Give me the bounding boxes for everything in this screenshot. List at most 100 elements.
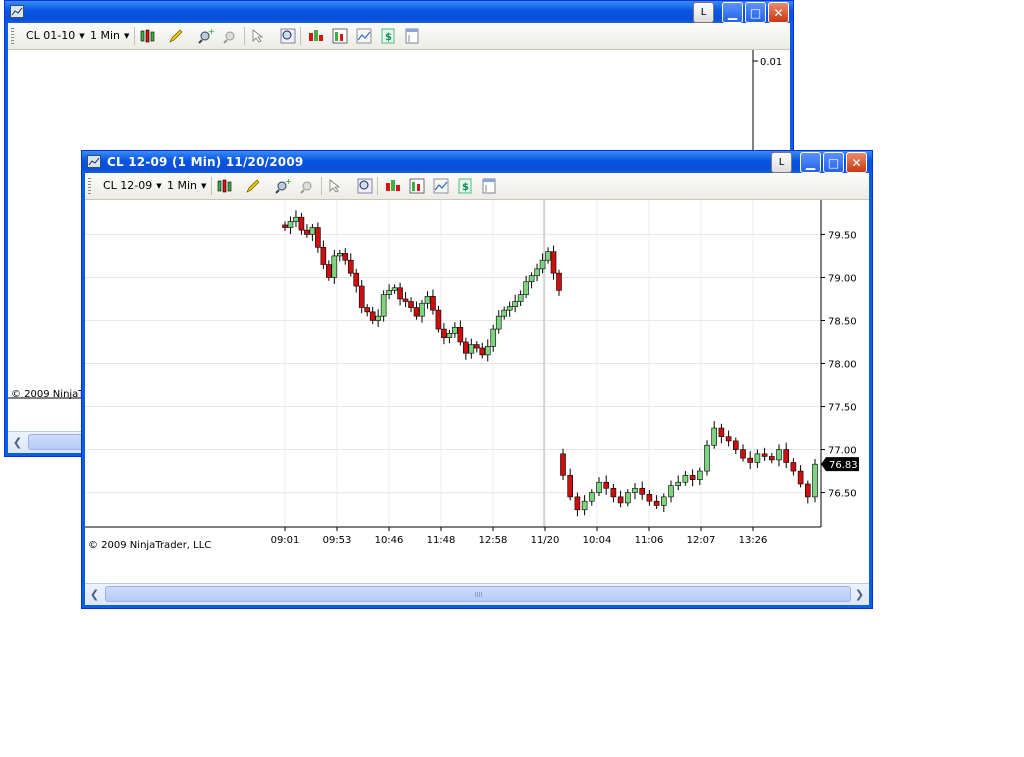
close-button[interactable]: ✕: [768, 2, 789, 23]
front-title-bar[interactable]: CL 12-09 (1 Min) 11/20/2009 L ▁ □ ✕: [82, 151, 872, 173]
pencil-icon[interactable]: [168, 28, 184, 44]
candle-body: [675, 481, 682, 486]
candle-body: [517, 294, 524, 302]
candle-body: [457, 327, 464, 343]
candle-body: [761, 453, 768, 457]
svg-text:$: $: [385, 32, 392, 43]
toolbar-grip[interactable]: [11, 28, 14, 44]
pencil-icon[interactable]: [245, 178, 261, 194]
chart-panel-icon[interactable]: [433, 178, 449, 194]
candle-body: [298, 216, 305, 231]
interval-label: 1 Min: [167, 179, 198, 192]
x-tick-label: 13:26: [739, 535, 768, 546]
back-title-bar[interactable]: L ▁ □ ✕: [5, 1, 793, 23]
zoom-in-icon[interactable]: +: [275, 178, 291, 194]
candle-body: [523, 281, 529, 295]
zoom-out-icon[interactable]: [222, 28, 238, 44]
candle-body: [326, 264, 332, 278]
lock-button[interactable]: L: [693, 2, 714, 23]
back-toolbar: CL 01-10 ▼ 1 Min ▼ + $: [8, 23, 790, 50]
candle-body: [790, 462, 797, 472]
dollar-icon[interactable]: $: [380, 28, 396, 44]
toolbar-grip[interactable]: [88, 178, 91, 194]
scroll-left-icon[interactable]: ❮: [87, 587, 102, 602]
candle-body: [369, 311, 376, 321]
candle-body: [419, 302, 425, 317]
candle-body: [689, 475, 696, 480]
minimize-button[interactable]: ▁: [722, 2, 743, 23]
toolbar-separator: [134, 27, 135, 45]
instrument-dropdown[interactable]: CL 01-10 ▼: [26, 29, 85, 42]
properties-icon[interactable]: [481, 178, 497, 194]
x-tick-label: 09:53: [323, 535, 352, 546]
candle-body: [603, 481, 610, 489]
scroll-thumb[interactable]: [105, 586, 851, 602]
chart-style-icon[interactable]: [140, 28, 156, 44]
candle-body: [501, 309, 508, 317]
chart-panel-icon[interactable]: [356, 28, 372, 44]
candle-body: [430, 296, 436, 311]
svg-text:$: $: [462, 182, 469, 193]
instrument-dropdown[interactable]: CL 12-09 ▼: [103, 179, 162, 192]
candle-body: [534, 268, 540, 277]
y-tick-label: 77.50: [828, 403, 857, 414]
toolbar-separator: [377, 177, 378, 195]
candle-body: [528, 275, 535, 283]
candle-body: [545, 251, 551, 261]
magnifier-icon[interactable]: [357, 178, 373, 194]
chart-style-icon[interactable]: [217, 178, 233, 194]
magnifier-icon[interactable]: [280, 28, 296, 44]
candle-body: [353, 272, 360, 287]
scroll-grip-icon: [475, 592, 482, 597]
interval-dropdown[interactable]: 1 Min ▼: [90, 29, 129, 42]
candle-body: [342, 253, 349, 261]
x-tick-label: 11/20: [531, 535, 560, 546]
candle-body: [776, 449, 782, 461]
candle-body: [740, 449, 746, 459]
close-button[interactable]: ✕: [846, 152, 867, 173]
lock-button[interactable]: L: [771, 152, 792, 173]
candlestick-chart[interactable]: 79.50 79.00 78.50 78.00 77.50 77.00 76.50 09:01…: [85, 200, 871, 582]
price-chart-area[interactable]: 79.50 79.00 78.50 78.00 77.50 77.00 76.50 09:01…: [85, 200, 869, 583]
candle-body: [408, 301, 414, 308]
toolbar-separator: [300, 27, 301, 45]
bar-indicator-icon[interactable]: [385, 178, 401, 194]
maximize-button[interactable]: □: [745, 2, 766, 23]
candle-body: [435, 309, 442, 330]
strategy-icon[interactable]: [332, 28, 348, 44]
candle-body: [473, 344, 480, 349]
close-icon: ✕: [851, 155, 862, 170]
candle-body: [320, 247, 327, 265]
candle-body: [490, 328, 497, 347]
cursor-icon[interactable]: [327, 178, 343, 194]
candle-body: [581, 500, 588, 511]
front-horizontal-scrollbar[interactable]: ❮ ❯: [85, 583, 869, 605]
candle-body: [441, 328, 447, 338]
maximize-button[interactable]: □: [823, 152, 844, 173]
chevron-down-icon: ▼: [79, 32, 85, 40]
zoom-out-icon[interactable]: [299, 178, 315, 194]
properties-icon[interactable]: [404, 28, 420, 44]
bar-indicator-icon[interactable]: [308, 28, 324, 44]
candle-body: [596, 481, 602, 493]
minimize-button[interactable]: ▁: [800, 152, 821, 173]
cursor-icon[interactable]: [250, 28, 266, 44]
interval-label: 1 Min: [90, 29, 121, 42]
candle-body: [506, 306, 513, 311]
dollar-icon[interactable]: $: [457, 178, 473, 194]
back-axis-label: 0.01: [760, 57, 782, 68]
front-chart-window[interactable]: CL 12-09 (1 Min) 11/20/2009 L ▁ □ ✕ CL 1…: [81, 150, 873, 609]
candle-body: [718, 427, 725, 437]
scroll-right-icon[interactable]: ❯: [852, 587, 867, 602]
chevron-down-icon: ▼: [156, 182, 162, 190]
candle-body: [413, 307, 420, 317]
strategy-icon[interactable]: [409, 178, 425, 194]
candle-body: [732, 440, 739, 450]
candle-body: [812, 463, 818, 498]
x-tick-label: 09:01: [271, 535, 300, 546]
interval-dropdown[interactable]: 1 Min ▼: [167, 179, 206, 192]
candle-body: [337, 253, 343, 257]
zoom-in-icon[interactable]: +: [198, 28, 214, 44]
candle-body: [380, 294, 387, 317]
scroll-left-icon[interactable]: ❮: [10, 435, 25, 450]
